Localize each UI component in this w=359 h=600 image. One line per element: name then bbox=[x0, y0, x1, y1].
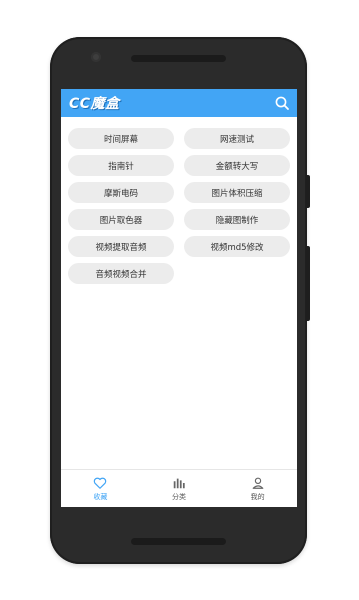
front-camera bbox=[91, 52, 101, 62]
search-icon[interactable] bbox=[274, 95, 290, 111]
tool-chip-amount-uppercase[interactable]: 金额转大写 bbox=[184, 155, 290, 176]
tool-grid: 时间屏幕 网速测试 指南针 金额转大写 摩斯电码 图片体积压缩 图片取色器 隐藏… bbox=[68, 128, 290, 284]
nav-label-profile: 我的 bbox=[250, 492, 265, 501]
nav-item-categories[interactable]: 分类 bbox=[140, 470, 219, 507]
heart-icon bbox=[94, 477, 107, 489]
tool-chip-image-compress[interactable]: 图片体积压缩 bbox=[184, 182, 290, 203]
tool-chip-extract-audio[interactable]: 视频提取音频 bbox=[68, 236, 174, 257]
nav-item-favorites[interactable]: 收藏 bbox=[61, 470, 140, 507]
tool-chip-merge-av[interactable]: 音频视频合并 bbox=[68, 263, 174, 284]
bar-chart-icon bbox=[173, 478, 185, 488]
nav-label-favorites: 收藏 bbox=[93, 492, 108, 501]
tool-chip-compass[interactable]: 指南针 bbox=[68, 155, 174, 176]
app-bar: CC魔盒 bbox=[61, 89, 297, 117]
tool-chip-hidden-image[interactable]: 隐藏图制作 bbox=[184, 209, 290, 230]
tool-chip-time-screen[interactable]: 时间屏幕 bbox=[68, 128, 174, 149]
nav-label-categories: 分类 bbox=[172, 492, 186, 501]
stage: CC魔盒 时间屏幕 网速测试 指南针 金额转大写 摩斯电码 图片体积压缩 图片取… bbox=[0, 0, 359, 600]
earpiece-speaker bbox=[131, 55, 226, 62]
tool-chip-color-picker[interactable]: 图片取色器 bbox=[68, 209, 174, 230]
nav-item-profile[interactable]: 我的 bbox=[218, 470, 297, 507]
bottom-speaker bbox=[131, 538, 226, 545]
volume-button bbox=[306, 246, 310, 321]
bottom-nav: 收藏 分类 我的 bbox=[61, 469, 297, 507]
app-screen: CC魔盒 时间屏幕 网速测试 指南针 金额转大写 摩斯电码 图片体积压缩 图片取… bbox=[61, 89, 297, 507]
tool-chip-video-md5[interactable]: 视频md5修改 bbox=[184, 236, 290, 257]
tool-chip-speed-test[interactable]: 网速测试 bbox=[184, 128, 290, 149]
power-button bbox=[306, 175, 310, 208]
person-icon bbox=[252, 477, 264, 489]
tool-chip-morse-code[interactable]: 摩斯电码 bbox=[68, 182, 174, 203]
app-title: CC魔盒 bbox=[69, 96, 120, 112]
